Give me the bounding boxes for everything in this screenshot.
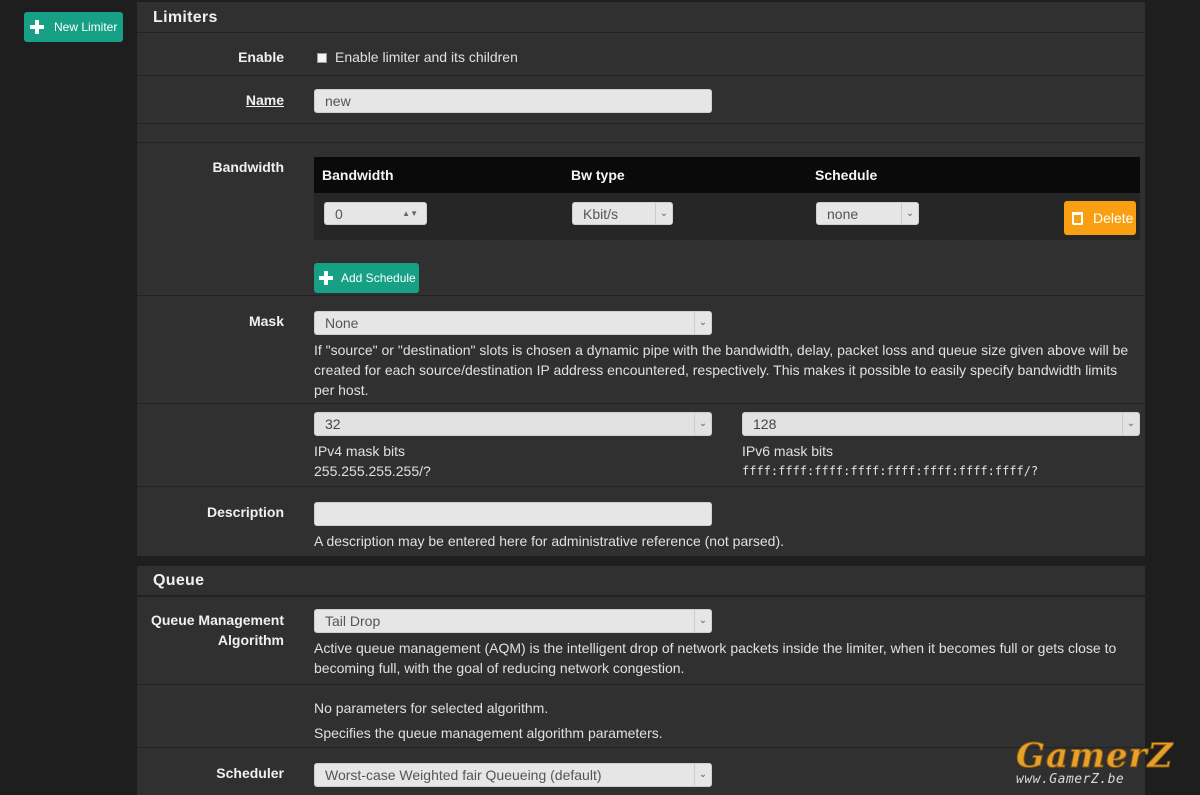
ipv6-mask-value: 128 bbox=[753, 416, 777, 432]
mask-select[interactable]: None ⌄ bbox=[314, 311, 712, 335]
bandwidth-row: Bandwidth Bandwidth Bw type Schedule 0 ▲… bbox=[137, 142, 1145, 296]
chevron-down-icon: ⌄ bbox=[694, 610, 711, 632]
schedule-value: none bbox=[827, 206, 859, 222]
ipv4-mask-text: 255.255.255.255/? bbox=[314, 463, 431, 479]
ipv6-mask-select[interactable]: 128 ⌄ bbox=[742, 412, 1140, 436]
column-schedule: Schedule bbox=[815, 167, 878, 183]
aqm-params-row: No parameters for selected algorithm. Sp… bbox=[137, 684, 1145, 748]
scheduler-label: Scheduler bbox=[216, 765, 284, 781]
add-schedule-button[interactable]: Add Schedule bbox=[314, 263, 419, 293]
queue-heading: Queue bbox=[137, 566, 1145, 596]
ipv6-mask-label: IPv6 mask bits bbox=[742, 443, 834, 459]
ipv6-mask-text: ffff:ffff:ffff:ffff:ffff:ffff:ffff:ffff/… bbox=[742, 464, 1039, 478]
aqm-select[interactable]: Tail Drop ⌄ bbox=[314, 609, 712, 633]
enable-label: Enable bbox=[238, 49, 284, 65]
delete-label: Delete bbox=[1093, 210, 1134, 226]
ipv4-mask-value: 32 bbox=[325, 416, 341, 432]
aqm-value: Tail Drop bbox=[325, 613, 381, 629]
bandwidth-table: Bandwidth Bw type Schedule 0 ▲▼ Kbit/s ⌄… bbox=[314, 157, 1140, 240]
plus-icon bbox=[319, 271, 333, 285]
chevron-down-icon: ⌄ bbox=[1122, 413, 1139, 435]
description-input[interactable] bbox=[314, 502, 712, 526]
bw-type-select[interactable]: Kbit/s ⌄ bbox=[572, 202, 673, 225]
plus-icon bbox=[30, 20, 44, 34]
delete-button[interactable]: Delete bbox=[1064, 201, 1136, 235]
aqm-label-line1: Queue Management bbox=[150, 612, 284, 628]
limiters-panel: Limiters Enable Enable limiter and its c… bbox=[137, 2, 1145, 556]
name-input[interactable]: new bbox=[314, 89, 712, 113]
mask-bits-row: 32 ⌄ IPv4 mask bits 255.255.255.255/? 12… bbox=[137, 403, 1145, 487]
spinner-arrows-icon[interactable]: ▲▼ bbox=[402, 203, 418, 225]
chevron-down-icon: ⌄ bbox=[694, 312, 711, 334]
bandwidth-label: Bandwidth bbox=[212, 159, 284, 175]
aqm-label-line2: Algorithm bbox=[217, 632, 284, 648]
enable-checkbox-label: Enable limiter and its children bbox=[335, 49, 518, 65]
aqm-label: Queue Management Algorithm bbox=[151, 610, 284, 650]
bandwidth-table-header: Bandwidth Bw type Schedule bbox=[314, 157, 1140, 193]
chevron-down-icon: ⌄ bbox=[655, 203, 672, 225]
name-row: Name new bbox=[137, 75, 1145, 124]
description-label: Description bbox=[206, 504, 284, 520]
add-schedule-label: Add Schedule bbox=[341, 271, 416, 285]
new-limiter-button[interactable]: New Limiter bbox=[24, 12, 123, 42]
ipv4-mask-label: IPv4 mask bits bbox=[314, 443, 406, 459]
column-bandwidth: Bandwidth bbox=[322, 167, 394, 183]
description-row: Description A description may be entered… bbox=[137, 486, 1145, 556]
watermark-title: GamerZ bbox=[1015, 736, 1174, 777]
spacer-row bbox=[137, 123, 1145, 143]
new-limiter-label: New Limiter bbox=[54, 20, 118, 34]
aqm-help: Active queue management (AQM) is the int… bbox=[314, 640, 1117, 676]
queue-panel: Queue Queue Management Algorithm Tail Dr… bbox=[137, 566, 1145, 795]
mask-value: None bbox=[325, 315, 359, 331]
aqm-params-text: No parameters for selected algorithm. bbox=[314, 700, 549, 716]
watermark-subtitle: www.GamerZ.be bbox=[1016, 772, 1125, 787]
description-help: A description may be entered here for ad… bbox=[314, 533, 785, 549]
limiters-heading: Limiters bbox=[137, 2, 1145, 34]
mask-row: Mask None ⌄ If "source" or "destination"… bbox=[137, 295, 1145, 404]
column-bw-type: Bw type bbox=[571, 167, 625, 183]
bandwidth-value: 0 bbox=[335, 206, 343, 222]
trash-icon bbox=[1072, 211, 1083, 225]
schedule-select[interactable]: none ⌄ bbox=[816, 202, 919, 225]
bw-type-value: Kbit/s bbox=[583, 206, 619, 222]
chevron-down-icon: ⌄ bbox=[901, 203, 918, 225]
scheduler-select[interactable]: Worst-case Weighted fair Queueing (defau… bbox=[314, 763, 712, 787]
scheduler-value: Worst-case Weighted fair Queueing (defau… bbox=[325, 767, 602, 783]
enable-row: Enable Enable limiter and its children bbox=[137, 32, 1145, 76]
aqm-params-help: Specifies the queue management algorithm… bbox=[314, 725, 663, 741]
ipv4-mask-select[interactable]: 32 ⌄ bbox=[314, 412, 712, 436]
enable-checkbox[interactable] bbox=[317, 53, 327, 63]
gamerz-watermark: GamerZ www.GamerZ.be bbox=[1012, 736, 1184, 794]
chevron-down-icon: ⌄ bbox=[694, 413, 711, 435]
chevron-down-icon: ⌄ bbox=[694, 764, 711, 786]
mask-help: If "source" or "destination" slots is ch… bbox=[314, 342, 1129, 398]
aqm-row: Queue Management Algorithm Tail Drop ⌄ A… bbox=[137, 596, 1145, 685]
name-label: Name bbox=[245, 92, 284, 108]
bandwidth-input[interactable]: 0 ▲▼ bbox=[324, 202, 427, 225]
scheduler-row: Scheduler Worst-case Weighted fair Queue… bbox=[137, 747, 1145, 795]
mask-label: Mask bbox=[248, 313, 284, 329]
name-input-value: new bbox=[325, 93, 351, 109]
